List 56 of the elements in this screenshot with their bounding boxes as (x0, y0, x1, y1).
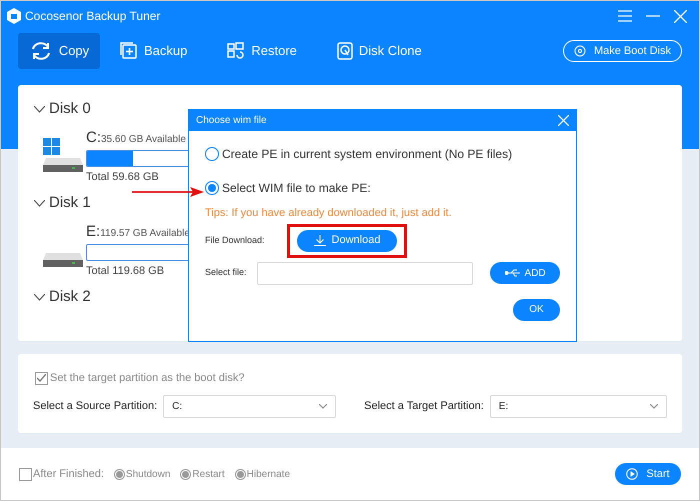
radio-label: Hibernate (246, 468, 290, 482)
nav-tab[interactable]: Disk Clone (316, 33, 442, 69)
close-icon[interactable] (558, 115, 569, 126)
download-button[interactable]: Download (297, 230, 397, 252)
checkbox[interactable] (19, 468, 32, 480)
window-title: Cocosenor Backup Tuner (25, 8, 160, 25)
radio-button[interactable] (205, 181, 219, 195)
nav-tab[interactable]: Restore (207, 33, 317, 69)
radio-label: Shutdown (126, 468, 170, 482)
available-space: 35.60 GB Available (101, 133, 186, 147)
ok-button[interactable]: OK (513, 298, 560, 320)
partition-letter: E: (86, 222, 100, 242)
file-input[interactable] (256, 262, 474, 284)
radio-button[interactable] (205, 147, 219, 161)
target-label: Select a Target Partition: (364, 398, 484, 414)
play-icon (626, 468, 638, 480)
total-size: Total 119.68 GB (86, 264, 164, 278)
arrow-annotation (132, 187, 204, 197)
total-size: Total 59.68 GB (86, 170, 159, 184)
partition-letter: C: (86, 128, 101, 148)
start-button[interactable]: Start (615, 463, 681, 485)
available-space: 119.57 GB Available (100, 227, 190, 241)
download-icon (314, 235, 326, 246)
plus-square-icon (120, 42, 138, 60)
minimize-icon[interactable] (646, 15, 660, 17)
file-download-label: File Download: (205, 234, 266, 247)
add-button[interactable]: ADD (490, 262, 560, 284)
checkbox-label: Set the target partition as the boot disk? (50, 371, 244, 386)
disk-name: Disk 0 (49, 98, 91, 119)
make-boot-disk-button[interactable]: Make Boot Disk (562, 40, 682, 62)
check-icon (37, 374, 46, 382)
target-select[interactable]: E: (490, 394, 667, 418)
select-file-label: Select file: (205, 266, 248, 280)
source-label: Select a Source Partition: (33, 398, 158, 414)
chevron-down-icon[interactable] (34, 106, 45, 112)
after-finished-label: After Finished: (33, 466, 104, 482)
disc-icon (574, 45, 586, 57)
logo-icon (7, 8, 21, 24)
disk-name: Disk 1 (49, 192, 91, 213)
nav-tab[interactable]: Backup (100, 33, 208, 69)
windows-icon (227, 42, 246, 60)
nav-tab[interactable]: Copy (18, 33, 100, 69)
menu-icon[interactable] (618, 10, 632, 22)
tips-text: Tips: If you have already downloaded it, just add it. (205, 206, 453, 221)
source-select[interactable]: C: (163, 394, 336, 418)
close-icon[interactable] (674, 10, 687, 22)
chevron-down-icon (650, 404, 658, 408)
chevron-down-icon[interactable] (34, 294, 45, 300)
dialog-title: Choose wim file (196, 114, 267, 128)
usb-icon (504, 269, 521, 277)
chevron-down-icon[interactable] (34, 200, 45, 206)
disk-name: Disk 2 (49, 286, 91, 307)
chevron-down-icon (319, 404, 328, 408)
option-label: Create PE in current system environment (No PE files) (222, 146, 512, 163)
radio-label: Restart (192, 468, 225, 482)
option-label: Select WIM file to make PE: (222, 180, 371, 197)
